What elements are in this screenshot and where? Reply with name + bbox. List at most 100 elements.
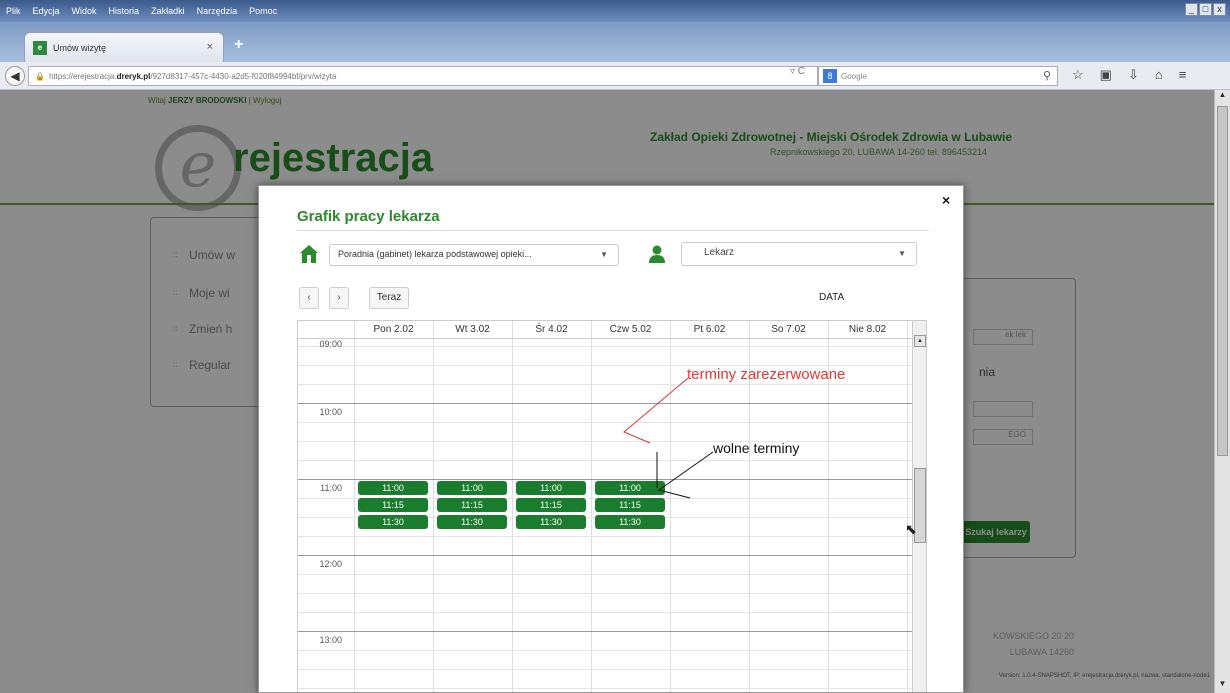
time-slot-button[interactable]: 11:15 <box>358 498 428 512</box>
chevron-down-icon: ▼ <box>600 250 608 259</box>
time-slot-button[interactable]: 11:15 <box>437 498 507 512</box>
scroll-down-icon[interactable]: ▼ <box>1215 679 1230 693</box>
url-bar[interactable]: 🔒 https://erejestracja. dreryk.pl /927d8… <box>28 66 818 86</box>
tab-title: Umów wizytę <box>53 42 107 53</box>
time-slot-button[interactable]: 11:00 <box>358 481 428 495</box>
time-slot-button[interactable]: 11:30 <box>516 515 586 529</box>
menu-item-narzedzia[interactable]: Narzędzia <box>197 6 238 16</box>
title-divider <box>297 230 929 231</box>
menu-item-zakladki[interactable]: Zakładki <box>151 6 185 16</box>
minimize-button[interactable]: _ <box>1185 3 1198 16</box>
quarter-line <box>298 650 912 651</box>
column-divider <box>512 321 513 692</box>
search-engine-icon: 8 <box>823 69 837 83</box>
quarter-line <box>298 441 912 442</box>
annotation-reserved: terminy zarezerwowane <box>687 366 846 383</box>
url-suffix: /927d8317-457c-4430-a2d5-f020f84994bf/pr… <box>150 71 337 81</box>
menu-icon[interactable]: ≡ <box>1179 67 1187 83</box>
today-button[interactable]: Teraz <box>369 287 409 309</box>
modal-title: Grafik pracy lekarza <box>297 208 440 225</box>
doctor-select[interactable]: Lekarz ▼ <box>681 242 917 266</box>
toolbar-icons: ☆ ▣ ⇩ ⌂ ≡ <box>1072 67 1186 83</box>
new-tab-button[interactable]: + <box>234 36 243 54</box>
search-icon[interactable]: ⚲ <box>1043 69 1051 82</box>
column-divider <box>907 321 908 692</box>
time-slot-button[interactable]: 11:30 <box>595 515 665 529</box>
clipboard-icon[interactable]: ▣ <box>1100 67 1112 83</box>
search-bar[interactable]: 8 Google ⚲ <box>818 66 1058 86</box>
time-slot-button[interactable]: 11:00 <box>516 481 586 495</box>
reload-icon[interactable]: ▿ C <box>790 66 805 77</box>
column-divider <box>354 321 355 692</box>
tab-close-icon[interactable]: × <box>207 41 213 53</box>
time-slot-button[interactable]: 11:15 <box>516 498 586 512</box>
menu-item-widok[interactable]: Widok <box>72 6 97 16</box>
menu-item-plik[interactable]: Plik <box>6 6 21 16</box>
day-column-header: Pt 6.02 <box>693 324 726 335</box>
quarter-line <box>298 688 912 689</box>
page-scrollbar[interactable]: ▲ ▼ <box>1214 90 1230 693</box>
maximize-button[interactable]: □ <box>1199 3 1212 16</box>
day-column-header: Czw 5.02 <box>609 324 652 335</box>
scroll-up-icon[interactable]: ▲ <box>1215 90 1230 104</box>
prev-week-button[interactable]: ‹ <box>299 287 319 309</box>
search-placeholder: Google <box>841 71 867 81</box>
clinic-select-value: Poradnia (gabinet) lekarza podstawowej o… <box>338 249 532 259</box>
modal-close-icon[interactable]: × <box>942 192 950 208</box>
quarter-line <box>298 536 912 537</box>
calendar-scrollbar[interactable]: ▲ <box>912 321 926 692</box>
day-column-header: Pon 2.02 <box>373 324 414 335</box>
hour-label: 13:00 <box>319 635 342 645</box>
hour-label: 11:00 <box>320 483 342 493</box>
quarter-line <box>298 346 912 347</box>
window-controls: _ □ x <box>1185 3 1226 16</box>
back-button[interactable]: ◀ <box>5 66 25 86</box>
chevron-down-icon: ▼ <box>898 249 906 258</box>
day-column-header: Wt 3.02 <box>455 324 490 335</box>
clinic-select[interactable]: Poradnia (gabinet) lekarza podstawowej o… <box>329 244 619 266</box>
star-icon[interactable]: ☆ <box>1072 67 1084 83</box>
time-slot-button[interactable]: 11:30 <box>358 515 428 529</box>
quarter-line <box>298 460 912 461</box>
calendar-header: Pon 2.02 Wt 3.02 Śr 4.02 Czw 5.02 Pt 6.02 So … <box>298 321 926 339</box>
date-label: DATA <box>819 292 845 303</box>
quarter-line <box>298 422 912 423</box>
quarter-line <box>298 593 912 594</box>
home-icon[interactable]: ⌂ <box>1155 67 1163 83</box>
url-domain: dreryk.pl <box>116 71 151 81</box>
time-slot-button[interactable]: 11:00 <box>437 481 507 495</box>
hour-label: 12:00 <box>319 559 342 569</box>
scroll-up-icon[interactable]: ▲ <box>914 335 926 347</box>
menu-item-edycja[interactable]: Edycja <box>33 6 60 16</box>
time-slot-button[interactable]: 11:00 <box>595 481 665 495</box>
hour-label: 09:00 <box>319 339 342 349</box>
close-window-button[interactable]: x <box>1213 3 1226 16</box>
house-icon <box>300 245 318 263</box>
quarter-line <box>298 669 912 670</box>
hour-line <box>298 479 912 480</box>
quarter-line <box>298 574 912 575</box>
menu-bar: Plik Edycja Widok Historia Zakładki Narz… <box>0 0 1230 22</box>
column-divider <box>670 321 671 692</box>
tab-bar: e Umów wizytę × + <box>0 22 1230 62</box>
mouse-cursor-icon: ⬉ <box>905 521 917 537</box>
menu-item-pomoc[interactable]: Pomoc <box>249 6 277 16</box>
tab-umow-wizyte[interactable]: e Umów wizytę × <box>24 32 224 62</box>
hour-line <box>298 555 912 556</box>
annotation-free: wolne terminy <box>713 440 800 456</box>
time-slot-button[interactable]: 11:30 <box>437 515 507 529</box>
day-column-header: Śr 4.02 <box>535 324 568 335</box>
column-divider <box>433 321 434 692</box>
day-column-header: So 7.02 <box>771 324 806 335</box>
page-scroll-thumb[interactable] <box>1217 106 1228 456</box>
doctor-icon <box>649 245 665 263</box>
next-week-button[interactable]: › <box>329 287 349 309</box>
download-icon[interactable]: ⇩ <box>1128 67 1139 83</box>
lock-icon: 🔒 <box>35 71 45 81</box>
time-slot-button[interactable]: 11:15 <box>595 498 665 512</box>
day-column-header: Nie 8.02 <box>848 324 887 335</box>
menu-item-historia[interactable]: Historia <box>109 6 140 16</box>
quarter-line <box>298 384 912 385</box>
navigation-bar: ◀ 🔒 https://erejestracja. dreryk.pl /927… <box>0 62 1230 90</box>
schedule-modal: × Grafik pracy lekarza Poradnia (gabinet… <box>258 185 964 693</box>
